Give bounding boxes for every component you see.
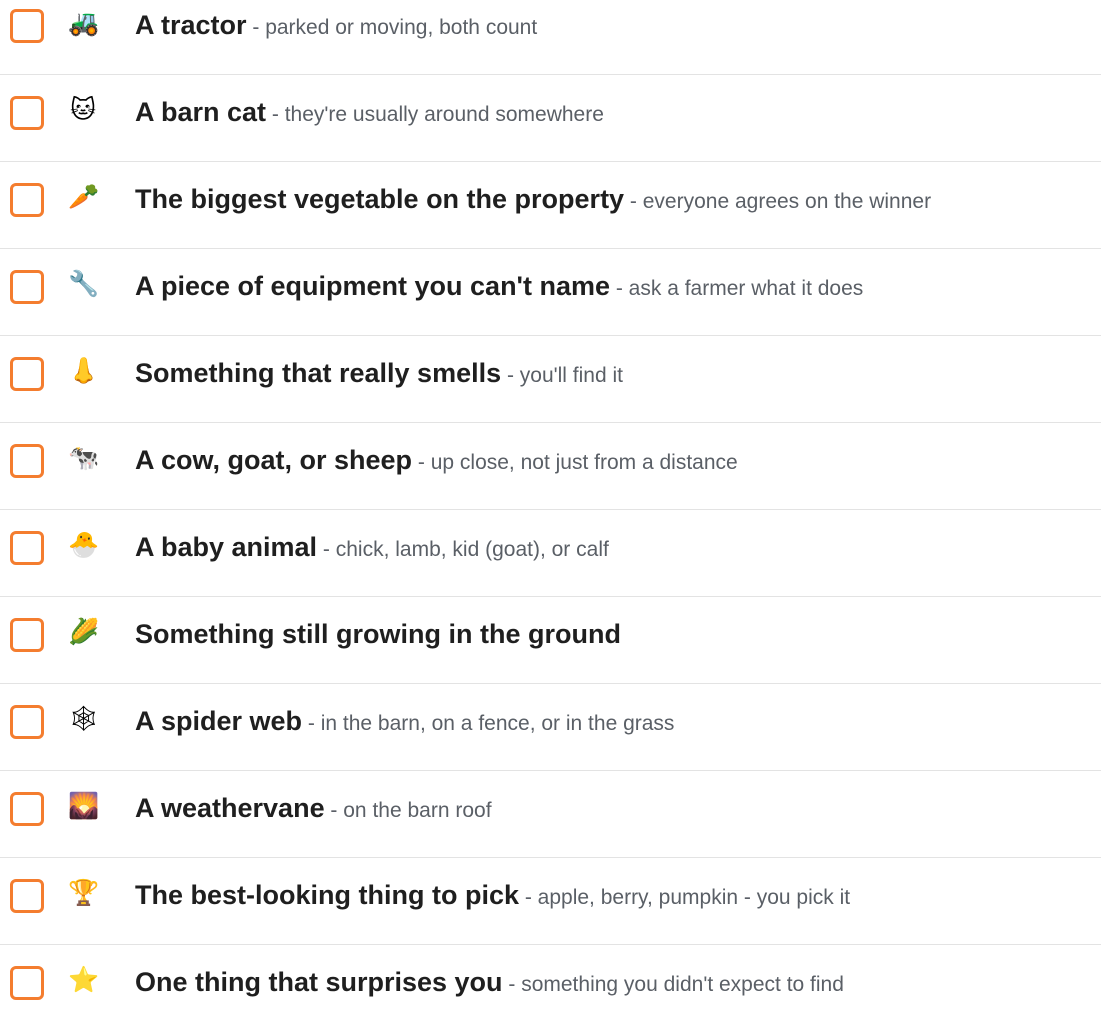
list-item: 🐱 A barn cat - they're usually around so… xyxy=(0,75,1101,162)
item-title: A spider web xyxy=(135,706,303,736)
nose-icon: 👃 xyxy=(68,356,100,385)
item-text: Something still growing in the ground xyxy=(135,617,1101,656)
item-checkbox[interactable] xyxy=(10,531,44,565)
item-text: A cow, goat, or sheep - up close, not ju… xyxy=(135,443,1101,482)
item-checkbox[interactable] xyxy=(10,183,44,217)
item-title: The best-looking thing to pick xyxy=(135,880,519,910)
list-item: 🔧 A piece of equipment you can't name - … xyxy=(0,249,1101,336)
item-text: The best-looking thing to pick - apple, … xyxy=(135,878,1101,917)
item-description: - ask a farmer what it does xyxy=(610,277,864,300)
list-item: 🕸 A spider web - in the barn, on a fence… xyxy=(0,684,1101,771)
item-text: A piece of equipment you can't name - as… xyxy=(135,269,1101,308)
item-description: - everyone agrees on the winner xyxy=(624,190,932,213)
item-title: A piece of equipment you can't name xyxy=(135,271,611,301)
corn-icon: 🌽 xyxy=(68,617,100,646)
hatching-chick-icon: 🐣 xyxy=(68,530,100,559)
item-checkbox[interactable] xyxy=(10,792,44,826)
list-item: 🐣 A baby animal - chick, lamb, kid (goat… xyxy=(0,510,1101,597)
item-checkbox[interactable] xyxy=(10,357,44,391)
item-description: - they're usually around somewhere xyxy=(266,103,604,126)
item-text: Something that really smells - you'll fi… xyxy=(135,356,1101,395)
item-description: - chick, lamb, kid (goat), or calf xyxy=(317,538,609,561)
item-title: A baby animal xyxy=(135,532,318,562)
list-item: 🏆 The best-looking thing to pick - apple… xyxy=(0,858,1101,945)
list-item: 🚜 A tractor - parked or moving, both cou… xyxy=(0,0,1101,75)
sunrise-icon: 🌄 xyxy=(68,791,100,820)
scavenger-hunt-checklist: 🚜 A tractor - parked or moving, both cou… xyxy=(0,0,1101,1032)
item-description: - up close, not just from a distance xyxy=(412,451,738,474)
item-description: - on the barn roof xyxy=(324,799,492,822)
item-description: - in the barn, on a fence, or in the gra… xyxy=(302,712,675,735)
list-item: 🥕 The biggest vegetable on the property … xyxy=(0,162,1101,249)
cat-icon: 🐱 xyxy=(69,95,97,124)
tractor-icon: 🚜 xyxy=(68,8,100,37)
carrot-icon: 🥕 xyxy=(68,182,100,211)
item-title: The biggest vegetable on the property xyxy=(135,184,625,214)
item-title: Something that really smells xyxy=(135,358,502,388)
item-checkbox[interactable] xyxy=(10,966,44,1000)
item-description: - apple, berry, pumpkin - you pick it xyxy=(519,886,851,909)
item-checkbox[interactable] xyxy=(10,96,44,130)
item-checkbox[interactable] xyxy=(10,879,44,913)
spider-web-icon: 🕸 xyxy=(68,704,100,733)
list-item: 🌽 Something still growing in the ground xyxy=(0,597,1101,684)
trophy-icon: 🏆 xyxy=(68,878,100,907)
item-title: A weathervane xyxy=(135,793,325,823)
wrench-icon: 🔧 xyxy=(68,269,100,298)
list-item: ⭐ One thing that surprises you - somethi… xyxy=(0,945,1101,1032)
item-text: The biggest vegetable on the property - … xyxy=(135,182,1101,221)
item-description: - parked or moving, both count xyxy=(246,16,538,39)
item-checkbox[interactable] xyxy=(10,444,44,478)
item-description: - something you didn't expect to find xyxy=(502,973,844,996)
item-text: A tractor - parked or moving, both count xyxy=(135,8,1101,47)
cow-icon: 🐄 xyxy=(68,443,100,472)
item-text: A baby animal - chick, lamb, kid (goat),… xyxy=(135,530,1101,569)
item-description: - you'll find it xyxy=(501,364,623,387)
list-item: 🌄 A weathervane - on the barn roof xyxy=(0,771,1101,858)
item-text: A spider web - in the barn, on a fence, … xyxy=(135,704,1101,743)
item-checkbox[interactable] xyxy=(10,618,44,652)
item-title: A barn cat xyxy=(135,97,267,127)
list-item: 🐄 A cow, goat, or sheep - up close, not … xyxy=(0,423,1101,510)
item-title: Something still growing in the ground xyxy=(135,619,621,649)
star-icon: ⭐ xyxy=(68,965,100,994)
item-text: A weathervane - on the barn roof xyxy=(135,791,1101,830)
list-item: 👃 Something that really smells - you'll … xyxy=(0,336,1101,423)
item-title: One thing that surprises you xyxy=(135,967,503,997)
item-title: A cow, goat, or sheep xyxy=(135,445,413,475)
item-checkbox[interactable] xyxy=(10,9,44,43)
item-text: One thing that surprises you - something… xyxy=(135,965,1101,1004)
item-text: A barn cat - they're usually around some… xyxy=(135,95,1101,134)
item-title: A tractor xyxy=(135,10,247,40)
item-checkbox[interactable] xyxy=(10,270,44,304)
item-checkbox[interactable] xyxy=(10,705,44,739)
